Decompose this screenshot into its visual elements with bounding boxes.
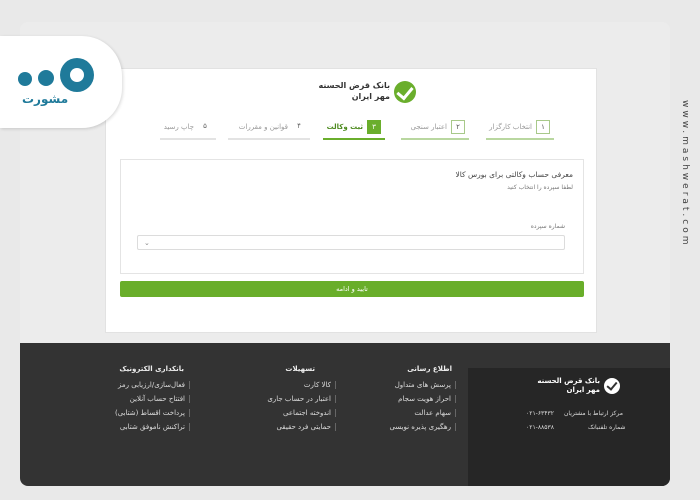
- footer-link[interactable]: حمایتی فرد حقیقی: [276, 423, 336, 431]
- footer-logo-line1: بانک قرض الحسنه: [537, 377, 600, 385]
- progress-steps: ۱ انتخاب کارگزار ۲ اعتبار سنجی ۳ ثبت وکا…: [120, 116, 586, 140]
- footer-link[interactable]: رهگیری پذیره نویسی: [389, 423, 456, 431]
- deposit-number-select[interactable]: ⌄: [137, 235, 565, 250]
- footer-logo-line2: مهر ایران: [566, 386, 600, 394]
- account-form: معرفی حساب وکالتی برای بورس کالا لطفا سپ…: [120, 159, 584, 274]
- watermark-text: www.mashwerat.com: [680, 100, 690, 248]
- step-label: چاپ رسید: [163, 123, 194, 131]
- step-label: ثبت وکالت: [326, 123, 363, 131]
- footer-link[interactable]: احراز هویت سجام: [398, 395, 456, 403]
- logo-text-line1: بانک قرض الحسنه: [318, 81, 390, 90]
- footer-link[interactable]: اندوخته اجتماعی: [283, 409, 336, 417]
- chevron-down-icon: ⌄: [144, 239, 150, 247]
- step-5[interactable]: ۵ چاپ رسید: [160, 116, 216, 140]
- confirm-continue-button[interactable]: تایید و ادامه: [120, 281, 584, 297]
- form-title: معرفی حساب وکالتی برای بورس کالا: [455, 170, 573, 179]
- step-4[interactable]: ۴ قوانین و مقررات: [228, 116, 310, 140]
- step-label: قوانین و مقررات: [238, 123, 288, 131]
- step-number: ۵: [198, 120, 212, 134]
- mashwerat-brand-badge: مشورت: [0, 36, 122, 128]
- brand-word: مشورت: [22, 92, 69, 106]
- step-number: ۲: [451, 120, 465, 134]
- logo-text-line2: مهر ایران: [351, 92, 390, 101]
- step-number: ۳: [367, 120, 381, 134]
- footer-col-loans-title: تسهیلات: [285, 365, 315, 373]
- footer-link[interactable]: اعتبار در حساب جاری: [267, 395, 336, 403]
- footer-col-ebanking-title: بانکداری الکترونیک: [119, 365, 184, 373]
- footer-link[interactable]: تراکنش ناموفق شتابی: [120, 423, 190, 431]
- footer-link[interactable]: پرسش های متداول: [395, 381, 456, 389]
- footer-link[interactable]: سهام عدالت: [414, 409, 456, 417]
- contact-label-2: شماره تلفنبانک: [588, 424, 626, 431]
- site-footer: بانک قرض الحسنه مهر ایران مرکز ارتباط با…: [20, 343, 670, 486]
- form-hint: لطفا سپرده را انتخاب کنید: [507, 184, 573, 191]
- brand-dot-icon: [38, 70, 54, 86]
- main-card: بانک قرض الحسنه مهر ایران ۱ انتخاب کارگز…: [105, 68, 597, 333]
- contact-label-1: مرکز ارتباط با مشتریان: [564, 410, 623, 417]
- brand-dot-icon: [18, 72, 32, 86]
- step-3[interactable]: ۳ ثبت وکالت: [323, 116, 385, 140]
- checkmark-logo-icon: [394, 81, 416, 103]
- footer-col-info-title: اطلاع رسانی: [407, 365, 452, 373]
- contact-value-2[interactable]: ۰۲۱-۸۸۵۳۸: [526, 424, 554, 431]
- footer-contact-panel: بانک قرض الحسنه مهر ایران مرکز ارتباط با…: [468, 368, 670, 486]
- footer-link[interactable]: کالا کارت: [304, 381, 336, 389]
- step-1[interactable]: ۱ انتخاب کارگزار: [486, 116, 554, 140]
- brand-dot-hole: [70, 68, 84, 82]
- footer-link[interactable]: پرداخت اقساط (شتابی): [115, 409, 190, 417]
- deposit-number-label: شماره سپرده: [530, 223, 565, 230]
- step-number: ۱: [536, 120, 550, 134]
- footer-link[interactable]: افتتاح حساب آنلاین: [130, 395, 190, 403]
- contact-value-1[interactable]: ۰۲۱-۶۳۴۳۲: [526, 410, 554, 417]
- bank-logo[interactable]: بانک قرض الحسنه مهر ایران: [306, 77, 416, 105]
- footer-logo-icon: [604, 378, 620, 394]
- step-number: ۴: [292, 120, 306, 134]
- step-label: انتخاب کارگزار: [489, 123, 532, 131]
- footer-link[interactable]: فعال‌سازی/ارزیابی رمز: [118, 381, 190, 389]
- site-watermark: www.mashwerat.com: [672, 100, 696, 310]
- step-2[interactable]: ۲ اعتبار سنجی: [401, 116, 469, 140]
- step-label: اعتبار سنجی: [410, 123, 447, 131]
